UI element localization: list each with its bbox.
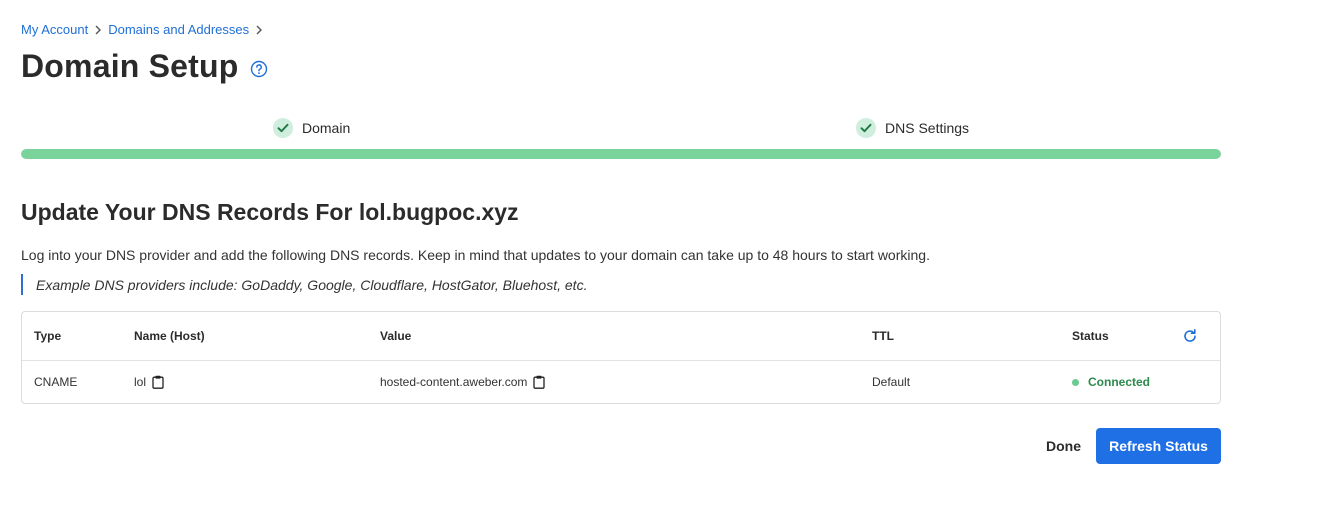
check-icon bbox=[856, 118, 876, 138]
column-header-ttl: TTL bbox=[872, 329, 894, 343]
page-title: Domain Setup bbox=[21, 48, 239, 84]
domain-setup-page: My Account Domains and Addresses Domain … bbox=[0, 0, 1332, 507]
record-name-cell: lol bbox=[134, 361, 164, 403]
breadcrumb: My Account Domains and Addresses bbox=[21, 22, 269, 37]
record-value: hosted-content.aweber.com bbox=[380, 375, 528, 389]
dns-records-table: Type Name (Host) Value TTL Status CNAME … bbox=[21, 311, 1221, 404]
clipboard-icon[interactable] bbox=[152, 375, 164, 389]
section-title: Update Your DNS Records For lol.bugpoc.x… bbox=[21, 199, 519, 225]
step-label: Domain bbox=[302, 120, 351, 136]
refresh-status-button[interactable]: Refresh Status bbox=[1096, 428, 1221, 464]
step-label: DNS Settings bbox=[885, 120, 970, 136]
breadcrumb-domains-and-addresses[interactable]: Domains and Addresses bbox=[108, 22, 249, 37]
record-type: CNAME bbox=[34, 375, 78, 389]
column-header-value: Value bbox=[380, 329, 412, 343]
step-dns-settings: DNS Settings bbox=[856, 118, 969, 138]
clipboard-icon[interactable] bbox=[533, 375, 546, 389]
record-name: lol bbox=[134, 375, 147, 389]
check-icon bbox=[273, 118, 293, 138]
refresh-icon[interactable] bbox=[1182, 312, 1198, 360]
dns-providers-example: Example DNS providers include: GoDaddy, … bbox=[21, 274, 587, 295]
breadcrumb-my-account[interactable]: My Account bbox=[21, 22, 88, 37]
chevron-right-icon bbox=[251, 25, 267, 35]
step-domain: Domain bbox=[273, 118, 350, 138]
chevron-right-icon bbox=[90, 25, 106, 35]
record-status: Connected bbox=[1072, 361, 1150, 403]
setup-progress-bar bbox=[21, 149, 1221, 159]
status-badge: Connected bbox=[1088, 375, 1151, 389]
record-ttl: Default bbox=[872, 375, 911, 389]
page-title-row: Domain Setup bbox=[21, 48, 268, 85]
table-header: Type Name (Host) Value TTL Status bbox=[22, 312, 1220, 361]
progress-fill bbox=[21, 149, 1221, 159]
setup-steps: Domain DNS Settings bbox=[21, 118, 1221, 142]
column-header-name: Name (Host) bbox=[134, 329, 205, 343]
table-row: CNAME lol hosted-content.aweber.com Defa… bbox=[22, 361, 1220, 403]
record-value-cell: hosted-content.aweber.com bbox=[380, 361, 546, 403]
column-header-type: Type bbox=[34, 329, 62, 343]
done-button[interactable]: Done bbox=[1036, 428, 1091, 464]
help-circle-icon[interactable] bbox=[250, 60, 268, 78]
column-header-status: Status bbox=[1072, 329, 1109, 343]
section-description: Log into your DNS provider and add the f… bbox=[21, 247, 930, 263]
status-dot bbox=[1072, 378, 1079, 386]
